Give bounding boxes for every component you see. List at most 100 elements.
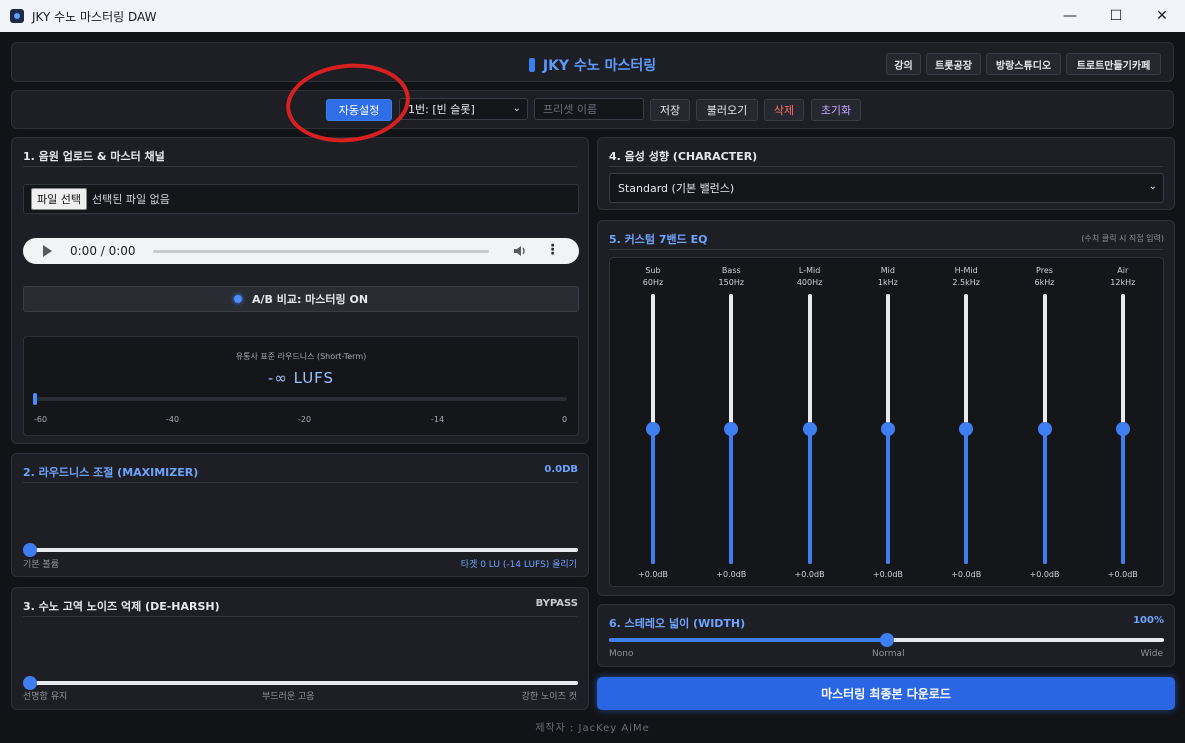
eq-slider-knob[interactable] <box>1037 422 1052 436</box>
file-status: 선택된 파일 없음 <box>91 193 170 206</box>
minimize-button[interactable]: — <box>1047 0 1093 32</box>
eq-slider-knob[interactable] <box>880 422 895 436</box>
eq-band-name: Pres <box>1036 266 1053 275</box>
eq-band-frequency: 150Hz <box>718 278 745 287</box>
eq-slider-fill <box>807 429 812 564</box>
eq-band-value[interactable]: +0.0dB <box>696 570 766 579</box>
eq-slider-knob[interactable] <box>959 422 974 436</box>
width-panel: 6. 스테레오 넓이 (WIDTH) 100% Mono Normal Wide <box>597 604 1175 667</box>
ab-compare-label: A/B 비교: 마스터링 ON <box>251 293 369 306</box>
eq-hint: (수치 클릭 시 직접 입력) <box>1081 234 1164 243</box>
width-slider-fill <box>609 638 887 642</box>
deharsh-panel: 3. 수노 고역 노이즈 억제 (DE-HARSH) BYPASS 선명함 유지… <box>11 587 589 710</box>
preset-name-input[interactable]: 프리셋 이름 <box>534 98 644 120</box>
eq-title: 5. 커스텀 7밴드 EQ <box>609 233 708 246</box>
eq-band-frequency: 60Hz <box>642 278 664 287</box>
maximize-button[interactable]: ☐ <box>1093 0 1139 32</box>
file-input[interactable]: 파일 선택 선택된 파일 없음 <box>23 184 579 214</box>
eq-band-name: Sub <box>645 266 661 275</box>
eq-slider-fill <box>729 429 734 564</box>
eq-band-value[interactable]: +0.0dB <box>618 570 688 579</box>
audio-progress[interactable] <box>153 250 489 253</box>
meter-tick: 0 <box>562 415 568 424</box>
loudness-meter: 유통사 표준 라우드니스 (Short-Term) -∞ LUFS -60 -4… <box>23 336 579 436</box>
meter-tick: -20 <box>298 415 312 424</box>
eq-band-name: H-Mid <box>954 266 978 275</box>
credit-text: 제작자 : JacKey AiMe <box>535 723 650 734</box>
eq-bands: Sub 60Hz +0.0dB Bass 150Hz +0.0dB L-Mid 400Hz +0… <box>609 257 1164 587</box>
eq-panel: 5. 커스텀 7밴드 EQ (수치 클릭 시 직접 입력) Sub 60Hz +0.… <box>597 220 1175 596</box>
save-button[interactable]: 저장 <box>650 99 690 121</box>
play-icon[interactable] <box>43 245 52 257</box>
window-title: JKY 수노 마스터링 DAW <box>32 9 157 24</box>
link-trot-factory-button[interactable]: 트롯공장 <box>926 53 981 75</box>
deharsh-slider-track[interactable] <box>25 681 578 685</box>
link-cafe-button[interactable]: 트로트만들기카페 <box>1066 53 1161 75</box>
maximizer-max-label: 타겟 0 LU (-14 LUFS) 올리기 <box>460 560 577 570</box>
ab-compare-button[interactable]: A/B 비교: 마스터링 ON <box>23 286 579 312</box>
divider <box>609 166 1163 167</box>
link-lecture-button[interactable]: 강의 <box>886 53 921 75</box>
eq-band: Sub 60Hz +0.0dB <box>618 258 688 588</box>
eq-band-name: Bass <box>721 266 741 275</box>
download-master-button[interactable]: 마스터링 최종본 다운로드 <box>597 677 1175 710</box>
chevron-down-icon: ⌄ <box>1148 181 1157 192</box>
close-button[interactable]: ✕ <box>1139 0 1185 32</box>
audio-player[interactable]: 0:00 / 0:00 · · · <box>23 238 579 264</box>
volume-icon[interactable] <box>513 244 527 258</box>
eq-band-frequency: 1kHz <box>877 278 898 287</box>
divider <box>23 166 577 167</box>
upload-panel: 1. 음원 업로드 & 마스터 채널 파일 선택 선택된 파일 없음 0:00 … <box>11 137 589 444</box>
width-title: 6. 스테레오 넓이 (WIDTH) <box>609 617 746 630</box>
maximizer-slider-knob[interactable] <box>23 543 37 557</box>
eq-band-name: Mid <box>880 266 895 275</box>
eq-band-frequency: 400Hz <box>796 278 823 287</box>
meter-indicator <box>33 393 37 405</box>
link-studio-button[interactable]: 방랑스튜디오 <box>986 53 1061 75</box>
eq-slider-fill <box>1042 429 1047 564</box>
divider <box>23 482 577 483</box>
deharsh-value: BYPASS <box>535 598 578 609</box>
more-options-icon[interactable]: · · · <box>550 239 555 261</box>
maximizer-min-label: 기본 볼륨 <box>23 560 59 570</box>
character-selected-value: Standard (기본 밸런스) <box>618 182 735 195</box>
maximizer-slider-track[interactable] <box>25 548 578 552</box>
reset-button[interactable]: 초기화 <box>811 99 861 121</box>
preset-toolbar: 자동설정 1번: [빈 슬롯] ⌄ 프리셋 이름 저장 불러오기 삭제 초기화 <box>11 90 1174 129</box>
load-button[interactable]: 불러오기 <box>696 99 758 121</box>
eq-slider-knob[interactable] <box>646 422 660 436</box>
eq-band-frequency: 6kHz <box>1034 278 1055 287</box>
width-slider-knob[interactable] <box>879 633 894 647</box>
eq-slider-fill <box>651 429 655 564</box>
eq-band-value[interactable]: +0.0dB <box>931 570 1001 579</box>
deharsh-slider-knob[interactable] <box>23 676 37 690</box>
eq-slider-knob[interactable] <box>724 422 739 436</box>
eq-band-frequency: 2.5kHz <box>952 278 980 287</box>
eq-band: L-Mid 400Hz +0.0dB <box>775 258 845 588</box>
width-value: 100% <box>1133 615 1164 626</box>
file-select-button[interactable]: 파일 선택 <box>31 188 87 210</box>
eq-band-value[interactable]: +0.0dB <box>1088 570 1158 579</box>
deharsh-label-left: 선명함 유지 <box>23 692 68 702</box>
status-dot-icon <box>233 295 242 303</box>
eq-slider-knob[interactable] <box>1115 422 1130 436</box>
divider <box>23 616 577 617</box>
eq-band-value[interactable]: +0.0dB <box>1010 570 1080 579</box>
maximizer-value: 0.0DB <box>544 464 578 475</box>
eq-band: Air 12kHz +0.0dB <box>1088 258 1158 588</box>
eq-band-value[interactable]: +0.0dB <box>853 570 923 579</box>
eq-slider-knob[interactable] <box>802 422 817 436</box>
audio-time: 0:00 / 0:00 <box>70 244 136 258</box>
delete-button[interactable]: 삭제 <box>764 99 804 121</box>
window-titlebar: JKY 수노 마스터링 DAW — ☐ ✕ <box>0 0 1185 32</box>
meter-tick: -40 <box>166 415 180 424</box>
eq-band-value[interactable]: +0.0dB <box>775 570 845 579</box>
character-select[interactable]: Standard (기본 밸런스) ⌄ <box>609 173 1164 203</box>
eq-band: H-Mid 2.5kHz +0.0dB <box>931 258 1001 588</box>
character-panel: 4. 음성 성향 (CHARACTER) Standard (기본 밸런스) ⌄ <box>597 137 1175 210</box>
preset-slot-value: 1번: [빈 슬롯] <box>408 103 475 116</box>
maximizer-title: 2. 라우드니스 조절 (MAXIMIZER) <box>23 466 199 479</box>
meter-value: -∞ LUFS <box>267 369 335 387</box>
preset-slot-select[interactable]: 1번: [빈 슬롯] ⌄ <box>399 98 528 120</box>
width-label-normal: Normal <box>872 649 905 659</box>
